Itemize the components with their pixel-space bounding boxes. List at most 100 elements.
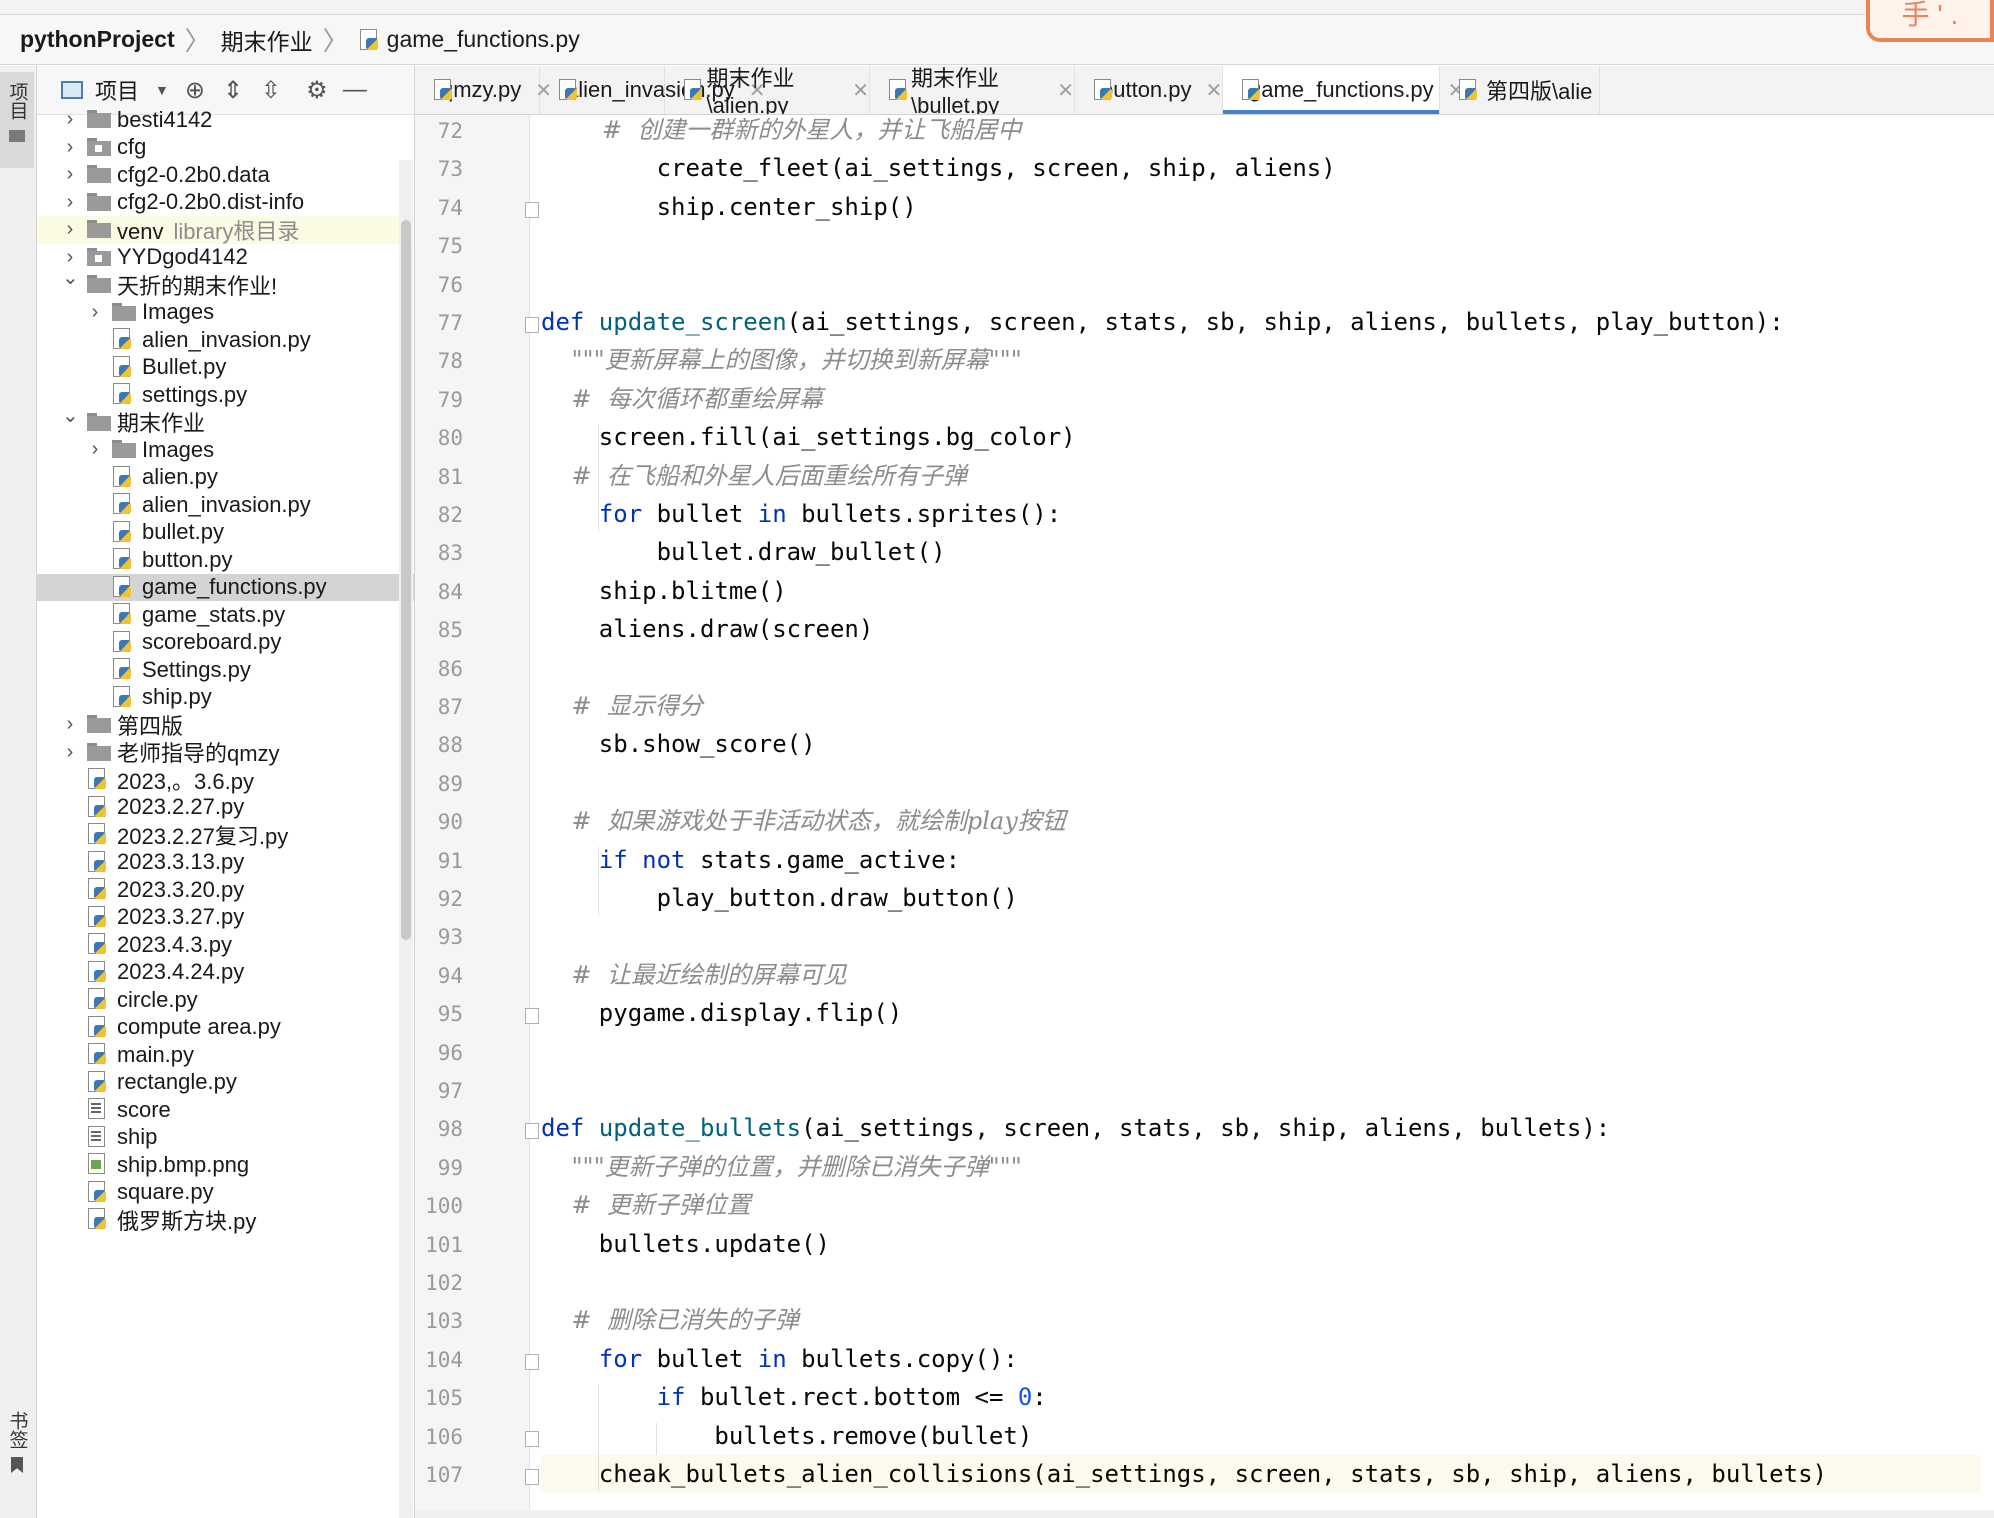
code-line[interactable] xyxy=(541,764,1981,802)
editor-tab[interactable]: 期末作业\alien.py ✕ xyxy=(665,66,870,114)
tree-row[interactable]: game_functions.py xyxy=(37,573,414,601)
tree-row[interactable]: score xyxy=(37,1096,414,1124)
chevron-right-icon[interactable]: › xyxy=(87,301,103,324)
code-line[interactable]: for bullet in bullets.copy(): xyxy=(541,1340,1981,1378)
code-line[interactable]: play_button.draw_button() xyxy=(541,879,1981,917)
tree-row[interactable]: alien_invasion.py xyxy=(37,326,414,354)
tree-row[interactable]: ship.py xyxy=(37,684,414,712)
bookmarks-tool-button[interactable]: 书签 xyxy=(0,1411,34,1511)
tree-row[interactable]: › cfg2-0.2b0.dist-info xyxy=(37,189,414,217)
tree-row[interactable]: 2023.4.3.py xyxy=(37,931,414,959)
breadcrumb-project[interactable]: pythonProject xyxy=(20,26,175,53)
tree-row[interactable]: 2023.4.24.py xyxy=(37,959,414,987)
tree-row[interactable]: › YYDgod4142 xyxy=(37,244,414,272)
chevron-right-icon[interactable]: › xyxy=(62,713,78,736)
code-line[interactable]: screen.fill(ai_settings.bg_color) xyxy=(541,418,1981,456)
tree-row[interactable]: › Images xyxy=(37,436,414,464)
fold-marker-icon[interactable] xyxy=(525,1353,539,1370)
scrollbar-thumb[interactable] xyxy=(401,220,411,940)
gear-icon[interactable]: ⚙ xyxy=(305,76,329,105)
tree-row[interactable]: ship xyxy=(37,1124,414,1152)
code-line[interactable] xyxy=(541,917,1981,955)
fold-marker-icon[interactable] xyxy=(525,201,539,218)
hide-panel-icon[interactable]: — xyxy=(343,76,367,104)
code-line[interactable]: # 创建一群新的外星人，并让飞船居中 xyxy=(541,115,1981,149)
code-line[interactable]: for bullet in bullets.sprites(): xyxy=(541,495,1981,533)
code-line[interactable] xyxy=(541,226,1981,264)
chevron-right-icon[interactable]: › xyxy=(62,136,78,159)
code-line[interactable]: # 让最近绘制的屏幕可见 xyxy=(541,956,1981,994)
code-line[interactable] xyxy=(541,1071,1981,1109)
collapse-all-icon[interactable]: ⇳ xyxy=(259,76,283,105)
tree-row[interactable]: › Images xyxy=(37,299,414,327)
chevron-down-icon[interactable]: ▼ xyxy=(155,82,169,98)
locate-target-icon[interactable]: ⊕ xyxy=(183,76,207,105)
close-icon[interactable]: ✕ xyxy=(1057,78,1074,103)
fold-marker-icon[interactable] xyxy=(525,1430,539,1447)
code-line[interactable]: """更新屏幕上的图像，并切换到新屏幕""" xyxy=(541,341,1981,379)
code-line[interactable]: """更新子弹的位置，并删除已消失子弹""" xyxy=(541,1148,1981,1186)
tree-row[interactable]: 2023.2.27.py xyxy=(37,794,414,822)
tree-row[interactable]: main.py xyxy=(37,1041,414,1069)
code-line[interactable]: bullets.remove(bullet) xyxy=(541,1417,1981,1455)
tree-row[interactable]: ship.bmp.png xyxy=(37,1151,414,1179)
code-line[interactable]: bullet.draw_bullet() xyxy=(541,533,1981,571)
tree-row[interactable]: bullet.py xyxy=(37,519,414,547)
tree-row[interactable]: › cfg xyxy=(37,134,414,162)
tree-row[interactable]: › besti4142 xyxy=(37,106,414,134)
project-panel-scrollbar[interactable] xyxy=(399,160,413,1518)
editor-tab[interactable]: button.py ✕ xyxy=(1075,66,1223,114)
tree-row[interactable]: square.py xyxy=(37,1179,414,1207)
tree-row[interactable]: › 第四版 xyxy=(37,711,414,739)
code-line[interactable]: def update_screen(ai_settings, screen, s… xyxy=(541,303,1981,341)
code-line[interactable]: aliens.draw(screen) xyxy=(541,610,1981,648)
tree-row[interactable]: circle.py xyxy=(37,986,414,1014)
editor-tab[interactable]: alien_invasion.py ✕ xyxy=(540,66,766,114)
chevron-right-icon[interactable]: › xyxy=(62,191,78,214)
breadcrumb-file[interactable]: game_functions.py xyxy=(387,26,580,53)
tree-row[interactable]: 2023.3.13.py xyxy=(37,849,414,877)
code-line[interactable]: pygame.display.flip() xyxy=(541,994,1981,1032)
tree-row[interactable]: › venv library根目录 xyxy=(37,216,414,244)
code-line[interactable] xyxy=(541,265,1981,303)
tree-row[interactable]: rectangle.py xyxy=(37,1069,414,1097)
code-line[interactable]: if bullet.rect.bottom <= 0: xyxy=(541,1378,1981,1416)
expand-all-icon[interactable]: ⇕ xyxy=(221,76,245,105)
tree-row[interactable]: button.py xyxy=(37,546,414,574)
code-line[interactable]: # 每次循环都重绘屏幕 xyxy=(541,380,1981,418)
editor-tab[interactable]: game_functions.py ✕ xyxy=(1223,66,1464,114)
code-line[interactable] xyxy=(541,1033,1981,1071)
code-line[interactable]: create_fleet(ai_settings, screen, ship, … xyxy=(541,149,1981,187)
chevron-down-icon[interactable]: ⌄ xyxy=(62,403,79,428)
code-line[interactable]: # 显示得分 xyxy=(541,687,1981,725)
tree-row[interactable]: Bullet.py xyxy=(37,354,414,382)
tree-row[interactable]: › cfg2-0.2b0.data xyxy=(37,161,414,189)
editor-horizontal-scrollbar[interactable] xyxy=(415,1510,1994,1518)
breadcrumb-folder[interactable]: 期末作业 xyxy=(221,23,313,57)
chevron-down-icon[interactable]: ⌄ xyxy=(62,265,79,290)
tree-row[interactable]: scoreboard.py xyxy=(37,629,414,657)
editor-tab[interactable]: 期末作业\bullet.py ✕ xyxy=(870,66,1075,114)
code-line[interactable]: # 删除已消失的子弹 xyxy=(541,1301,1981,1339)
tree-row[interactable]: ⌄ 期末作业 xyxy=(37,405,414,437)
close-icon[interactable]: ✕ xyxy=(1206,78,1223,103)
code-line[interactable]: # 更新子弹位置 xyxy=(541,1186,1981,1224)
code-line[interactable]: sb.show_score() xyxy=(541,725,1981,763)
tree-row[interactable]: alien_invasion.py xyxy=(37,491,414,519)
code-line[interactable] xyxy=(541,1263,1981,1301)
tree-row[interactable]: 2023,。3.6.py xyxy=(37,766,414,794)
code-line[interactable]: # 在飞船和外星人后面重绘所有子弹 xyxy=(541,457,1981,495)
tree-row[interactable]: › 老师指导的qmzy xyxy=(37,739,414,767)
project-tool-button[interactable]: 项目 xyxy=(0,72,34,168)
tree-row[interactable]: game_stats.py xyxy=(37,601,414,629)
tree-row[interactable]: 俄罗斯方块.py xyxy=(37,1206,414,1234)
fold-marker-icon[interactable] xyxy=(525,1008,539,1025)
chevron-right-icon[interactable]: › xyxy=(62,741,78,764)
chevron-right-icon[interactable]: › xyxy=(62,163,78,186)
tree-row[interactable]: 2023.2.27复习.py xyxy=(37,821,414,849)
code-editor[interactable]: 72 73 74 75 76 77 78 79 80 81 82 83 84 85 86 87 88 89 90 91… xyxy=(415,115,1994,1518)
chevron-right-icon[interactable]: › xyxy=(87,438,103,461)
tree-row[interactable]: Settings.py xyxy=(37,656,414,684)
fold-marker-icon[interactable] xyxy=(525,1469,539,1485)
code-line[interactable] xyxy=(541,649,1981,687)
